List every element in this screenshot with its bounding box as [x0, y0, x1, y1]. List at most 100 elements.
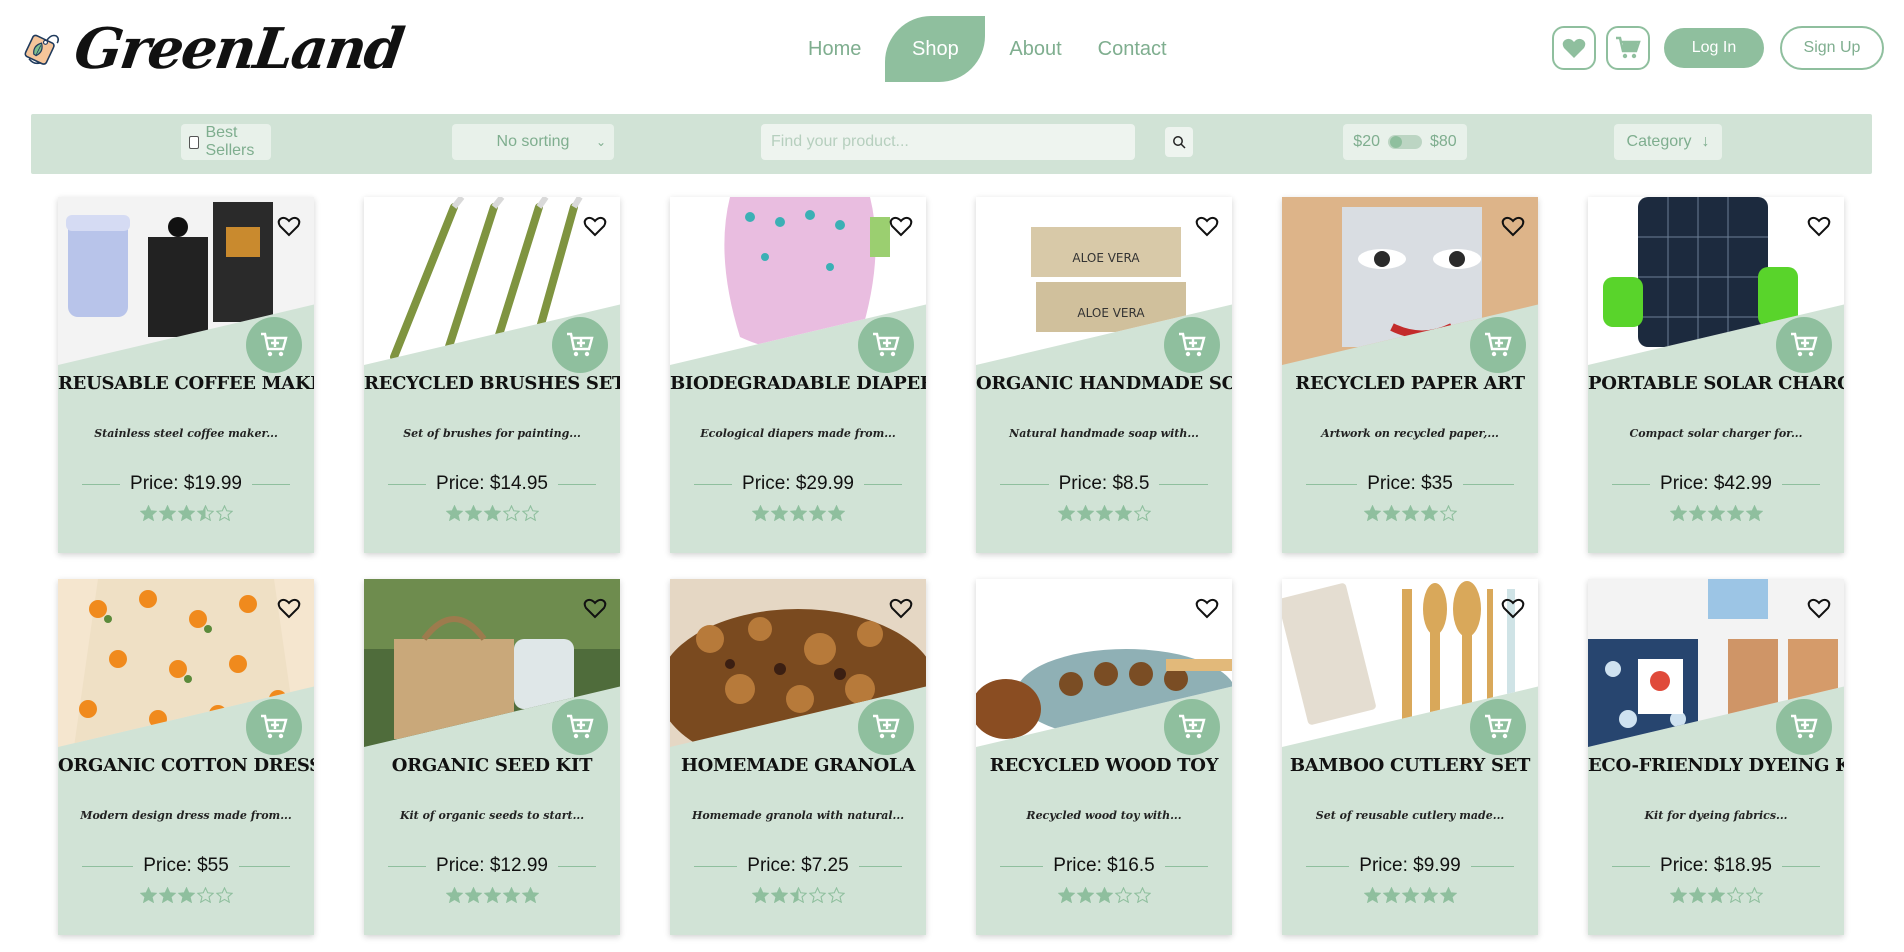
divider — [82, 483, 121, 485]
product-price: Price: $29.99 — [742, 473, 854, 494]
product-card-9[interactable]: HOMEMADE GRANOLA Homemade granola with n… — [670, 579, 926, 935]
product-card-7[interactable]: ORGANIC COTTON DRESS Modern design dress… — [58, 579, 314, 935]
product-title[interactable]: REUSABLE COFFEE MAKER — [58, 373, 314, 394]
heart-outline-icon — [1501, 216, 1525, 237]
star-icon — [502, 887, 520, 903]
category-label: Category — [1626, 133, 1692, 150]
favorite-button[interactable] — [1498, 211, 1528, 241]
divider — [1781, 865, 1820, 867]
favorite-button[interactable] — [1804, 211, 1834, 241]
favorite-button[interactable] — [274, 593, 304, 623]
price-row: Price: $35 — [1306, 473, 1515, 495]
add-to-cart-button[interactable] — [1164, 699, 1220, 755]
star-icon — [1745, 505, 1763, 521]
product-card-11[interactable]: BAMBOO CUTLERY SET Set of reusable cutle… — [1282, 579, 1538, 935]
product-title[interactable]: ORGANIC HANDMADE SOAP — [976, 373, 1232, 394]
product-description: Artwork on recycled paper,... — [1321, 427, 1499, 440]
nav-home[interactable]: Home — [790, 16, 879, 82]
add-to-cart-button[interactable] — [552, 317, 608, 373]
login-button[interactable]: Log In — [1664, 28, 1764, 68]
search-input[interactable]: Find your product... — [761, 124, 1135, 160]
product-card-1[interactable]: REUSABLE COFFEE MAKER Stainless steel co… — [58, 197, 314, 553]
favorite-button[interactable] — [274, 211, 304, 241]
product-card-10[interactable]: RECYCLED WOOD TOY Recycled wood toy with… — [976, 579, 1232, 935]
price-range-slider[interactable] — [1388, 135, 1422, 149]
product-card-3[interactable]: BIODEGRADABLE DIAPERS Ecological diapers… — [670, 197, 926, 553]
cart-plus-icon — [1485, 714, 1512, 739]
product-card-4[interactable]: ALOE VERA ALOE VERA ORGANIC HANDMADE SOAP… — [976, 197, 1232, 553]
price-range-filter[interactable]: $20 $80 — [1343, 124, 1467, 160]
signup-button[interactable]: Sign Up — [1780, 26, 1884, 70]
product-description: Modern design dress made from... — [80, 809, 292, 822]
product-title[interactable]: ORGANIC SEED KIT — [364, 755, 620, 776]
product-card-12[interactable]: ECO-FRIENDLY DYEING KIT Kit for dyeing f… — [1588, 579, 1844, 935]
star-icon — [751, 505, 769, 521]
favorite-button[interactable] — [1192, 593, 1222, 623]
best-sellers-label: Best Sellers — [205, 124, 255, 159]
heart-outline-icon — [1501, 598, 1525, 619]
sort-select[interactable]: No sorting ⌄ — [452, 124, 614, 160]
favorite-button[interactable] — [580, 211, 610, 241]
favorite-button[interactable] — [1192, 211, 1222, 241]
arrow-down-icon: ↓ — [1701, 133, 1710, 150]
wishlist-button[interactable] — [1552, 26, 1596, 70]
add-to-cart-button[interactable] — [1776, 317, 1832, 373]
best-sellers-filter[interactable]: Best Sellers — [181, 124, 271, 160]
add-to-cart-button[interactable] — [1164, 317, 1220, 373]
price-row: Price: $29.99 — [694, 473, 902, 495]
product-card-6[interactable]: PORTABLE SOLAR CHARGER Compact solar cha… — [1588, 197, 1844, 553]
product-description: Ecological diapers made from... — [700, 427, 896, 440]
nav-contact[interactable]: Contact — [1080, 16, 1185, 82]
heart-outline-icon — [1807, 216, 1831, 237]
product-description: Recycled wood toy with... — [1026, 809, 1182, 822]
add-to-cart-button[interactable] — [858, 699, 914, 755]
add-to-cart-button[interactable] — [246, 317, 302, 373]
star-icon — [1114, 887, 1132, 903]
add-to-cart-button[interactable] — [246, 699, 302, 755]
product-title[interactable]: PORTABLE SOLAR CHARGER — [1588, 373, 1844, 394]
add-to-cart-button[interactable] — [552, 699, 608, 755]
eco-tag-icon — [24, 34, 60, 65]
search-icon — [1173, 136, 1186, 149]
product-title[interactable]: BAMBOO CUTLERY SET — [1282, 755, 1538, 776]
favorite-button[interactable] — [886, 593, 916, 623]
product-price: Price: $55 — [143, 855, 229, 876]
add-to-cart-button[interactable] — [1470, 699, 1526, 755]
product-card-8[interactable]: ORGANIC SEED KIT Kit of organic seeds to… — [364, 579, 620, 935]
favorite-button[interactable] — [1498, 593, 1528, 623]
star-icon — [1363, 505, 1381, 521]
add-to-cart-button[interactable] — [1776, 699, 1832, 755]
chevron-down-icon: ⌄ — [595, 135, 606, 149]
star-icon — [464, 505, 482, 521]
brand-logo[interactable]: GreenLand — [22, 4, 407, 94]
favorite-button[interactable] — [886, 211, 916, 241]
heart-outline-icon — [889, 598, 913, 619]
add-to-cart-button[interactable] — [858, 317, 914, 373]
price-row: Price: $18.95 — [1612, 855, 1820, 877]
category-dropdown[interactable]: Category ↓ — [1614, 124, 1722, 160]
star-icon — [808, 887, 826, 903]
favorite-button[interactable] — [1804, 593, 1834, 623]
product-title[interactable]: RECYCLED WOOD TOY — [976, 755, 1232, 776]
add-to-cart-button[interactable] — [1470, 317, 1526, 373]
star-rating — [1588, 887, 1844, 903]
divider — [1306, 483, 1358, 485]
product-title[interactable]: ORGANIC COTTON DRESS — [58, 755, 314, 776]
heart-outline-icon — [583, 598, 607, 619]
search-button[interactable] — [1165, 127, 1193, 157]
nav-about[interactable]: About — [991, 16, 1079, 82]
nav-shop[interactable]: Shop — [885, 16, 986, 82]
star-icon — [1707, 505, 1725, 521]
product-title[interactable]: RECYCLED BRUSHES SET — [364, 373, 620, 394]
favorite-button[interactable] — [580, 593, 610, 623]
product-card-2[interactable]: RECYCLED BRUSHES SET Set of brushes for … — [364, 197, 620, 553]
cart-button[interactable] — [1606, 26, 1650, 70]
product-title[interactable]: BIODEGRADABLE DIAPERS — [670, 373, 926, 394]
star-icon — [1401, 505, 1419, 521]
product-title[interactable]: RECYCLED PAPER ART — [1282, 373, 1538, 394]
best-sellers-checkbox[interactable] — [189, 135, 200, 149]
product-title[interactable]: ECO-FRIENDLY DYEING KIT — [1588, 755, 1844, 776]
product-card-5[interactable]: RECYCLED PAPER ART Artwork on recycled p… — [1282, 197, 1538, 553]
svg-text:ALOE VERA: ALOE VERA — [1077, 306, 1145, 320]
product-title[interactable]: HOMEMADE GRANOLA — [670, 755, 926, 776]
